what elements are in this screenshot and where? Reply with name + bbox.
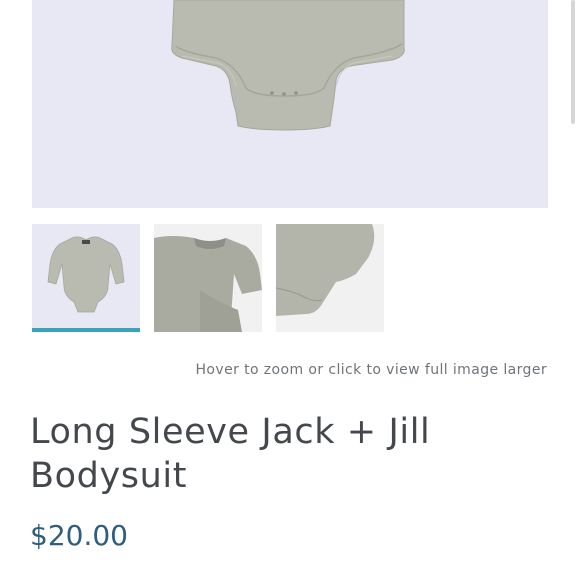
page-scrollbar[interactable] <box>571 0 575 124</box>
thumbnail-sleeve-detail[interactable] <box>154 224 262 332</box>
main-product-image[interactable] <box>32 0 548 208</box>
zoom-hint: Hover to zoom or click to view full imag… <box>195 362 547 378</box>
product-title: Long Sleeve Jack + Jill Bodysuit <box>30 412 431 496</box>
thumbnail-front[interactable] <box>32 224 140 332</box>
thumbnail-snap-detail[interactable] <box>276 224 384 332</box>
active-thumbnail-indicator <box>32 328 140 332</box>
product-price: $20.00 <box>30 519 128 552</box>
